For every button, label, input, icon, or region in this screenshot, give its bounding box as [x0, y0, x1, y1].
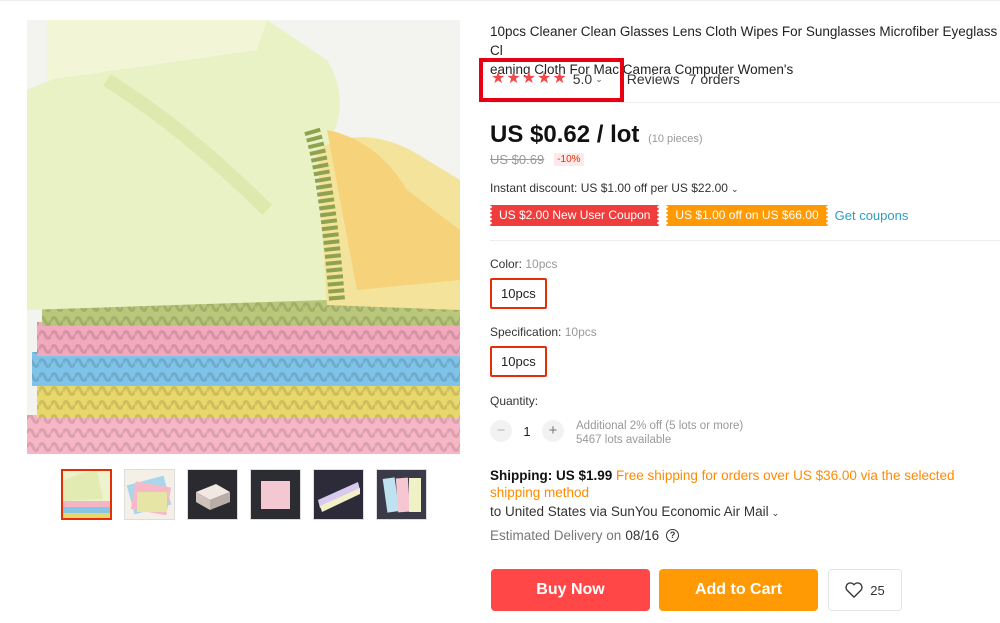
star-icon: ★ [491, 70, 506, 87]
microfiber-cloth-stack-image [27, 20, 460, 454]
star-icon: ★ [537, 70, 552, 87]
shipping-destination-text: to United States via SunYou Economic Air… [490, 504, 769, 519]
thumbnail-1[interactable] [61, 469, 112, 520]
thumbnail-strip [61, 469, 427, 520]
chevron-down-icon[interactable]: ⌄ [595, 74, 603, 85]
orders-count: 7 orders [688, 71, 740, 87]
thumbnail-3[interactable] [187, 469, 238, 520]
color-label: Color: 10pcs [490, 257, 557, 271]
divider [490, 240, 1000, 241]
estimated-delivery-date: 08/16 [625, 528, 660, 543]
price-value: US $0.62 / lot [490, 121, 640, 148]
bulk-discount-note: Additional 2% off (5 lots or more) [576, 420, 744, 432]
buy-now-button[interactable]: Buy Now [491, 569, 650, 611]
quantity-label: Quantity: [490, 394, 539, 408]
chevron-down-icon: ⌄ [771, 508, 780, 518]
discount-badge: -10% [554, 153, 584, 166]
star-icon: ★ [506, 70, 521, 87]
specification-selected-value: 10pcs [564, 325, 597, 339]
store-coupon[interactable]: US $1.00 off on US $66.00 [665, 205, 829, 226]
color-option-10pcs[interactable]: 10pcs [490, 278, 547, 309]
quantity-decrease-button[interactable]: − [490, 420, 512, 442]
original-price-row: US $0.69 -10% [490, 152, 584, 167]
specification-option-10pcs[interactable]: 10pcs [490, 346, 547, 377]
rating-value[interactable]: 5.0 [573, 71, 592, 87]
pieces-note: (10 pieces) [648, 133, 703, 145]
specification-label-text: Specification: [490, 325, 562, 339]
color-label-text: Color: [490, 257, 523, 271]
product-info-panel: 10pcs Cleaner Clean Glasses Lens Cloth W… [479, 0, 1000, 623]
add-to-cart-button[interactable]: Add to Cart [659, 569, 818, 611]
shipping-destination[interactable]: to United States via SunYou Economic Air… [490, 504, 779, 519]
star-rating: ★ ★ ★ ★ ★ [491, 71, 567, 87]
instant-discount-text: Instant discount: US $1.00 off per US $2… [490, 181, 728, 195]
color-selected-value: 10pcs [525, 257, 558, 271]
star-icon: ★ [521, 70, 537, 87]
instant-discount[interactable]: Instant discount: US $1.00 off per US $2… [490, 181, 738, 195]
specification-label: Specification: 10pcs [490, 325, 597, 339]
wishlist-button[interactable]: 25 [828, 569, 902, 611]
thumbnail-2[interactable] [124, 469, 175, 520]
quantity-increase-button[interactable]: + [542, 420, 564, 442]
shipping-info: Shipping: US $1.99 Free shipping for ord… [490, 467, 990, 501]
main-product-image[interactable] [27, 20, 460, 454]
available-stock: 5467 lots available [576, 434, 672, 446]
shipping-cost: Shipping: US $1.99 [490, 468, 613, 483]
get-coupons-link[interactable]: Get coupons [835, 208, 909, 223]
quantity-stepper: − 1 + [490, 420, 564, 442]
thumbnail-5[interactable] [313, 469, 364, 520]
estimated-delivery-label: Estimated Delivery on [490, 528, 622, 543]
current-price: US $0.62 / lot (10 pieces) [490, 121, 702, 149]
reviews-link[interactable]: Reviews [627, 71, 680, 87]
star-icon: ★ [552, 70, 567, 87]
help-icon[interactable]: ? [666, 529, 680, 542]
original-price: US $0.69 [490, 152, 545, 167]
thumbnail-4[interactable] [250, 469, 301, 520]
wishlist-count: 25 [870, 582, 885, 598]
thumbnail-6[interactable] [376, 469, 427, 520]
quantity-info: Additional 2% off (5 lots or more) 5467 … [576, 419, 743, 447]
rating-row: ★ ★ ★ ★ ★ 5.0 ⌄ Reviews 7 orders [490, 66, 740, 92]
coupons-row: US $2.00 New User Coupon US $1.00 off on… [488, 205, 909, 226]
quantity-value[interactable]: 1 [512, 424, 542, 439]
product-page: 10pcs Cleaner Clean Glasses Lens Cloth W… [0, 0, 1000, 623]
chevron-down-icon: ⌄ [730, 184, 739, 194]
new-user-coupon[interactable]: US $2.00 New User Coupon [488, 205, 661, 226]
heart-icon [845, 582, 863, 598]
estimated-delivery: Estimated Delivery on 08/16 ? [490, 528, 680, 543]
divider [490, 102, 1000, 103]
